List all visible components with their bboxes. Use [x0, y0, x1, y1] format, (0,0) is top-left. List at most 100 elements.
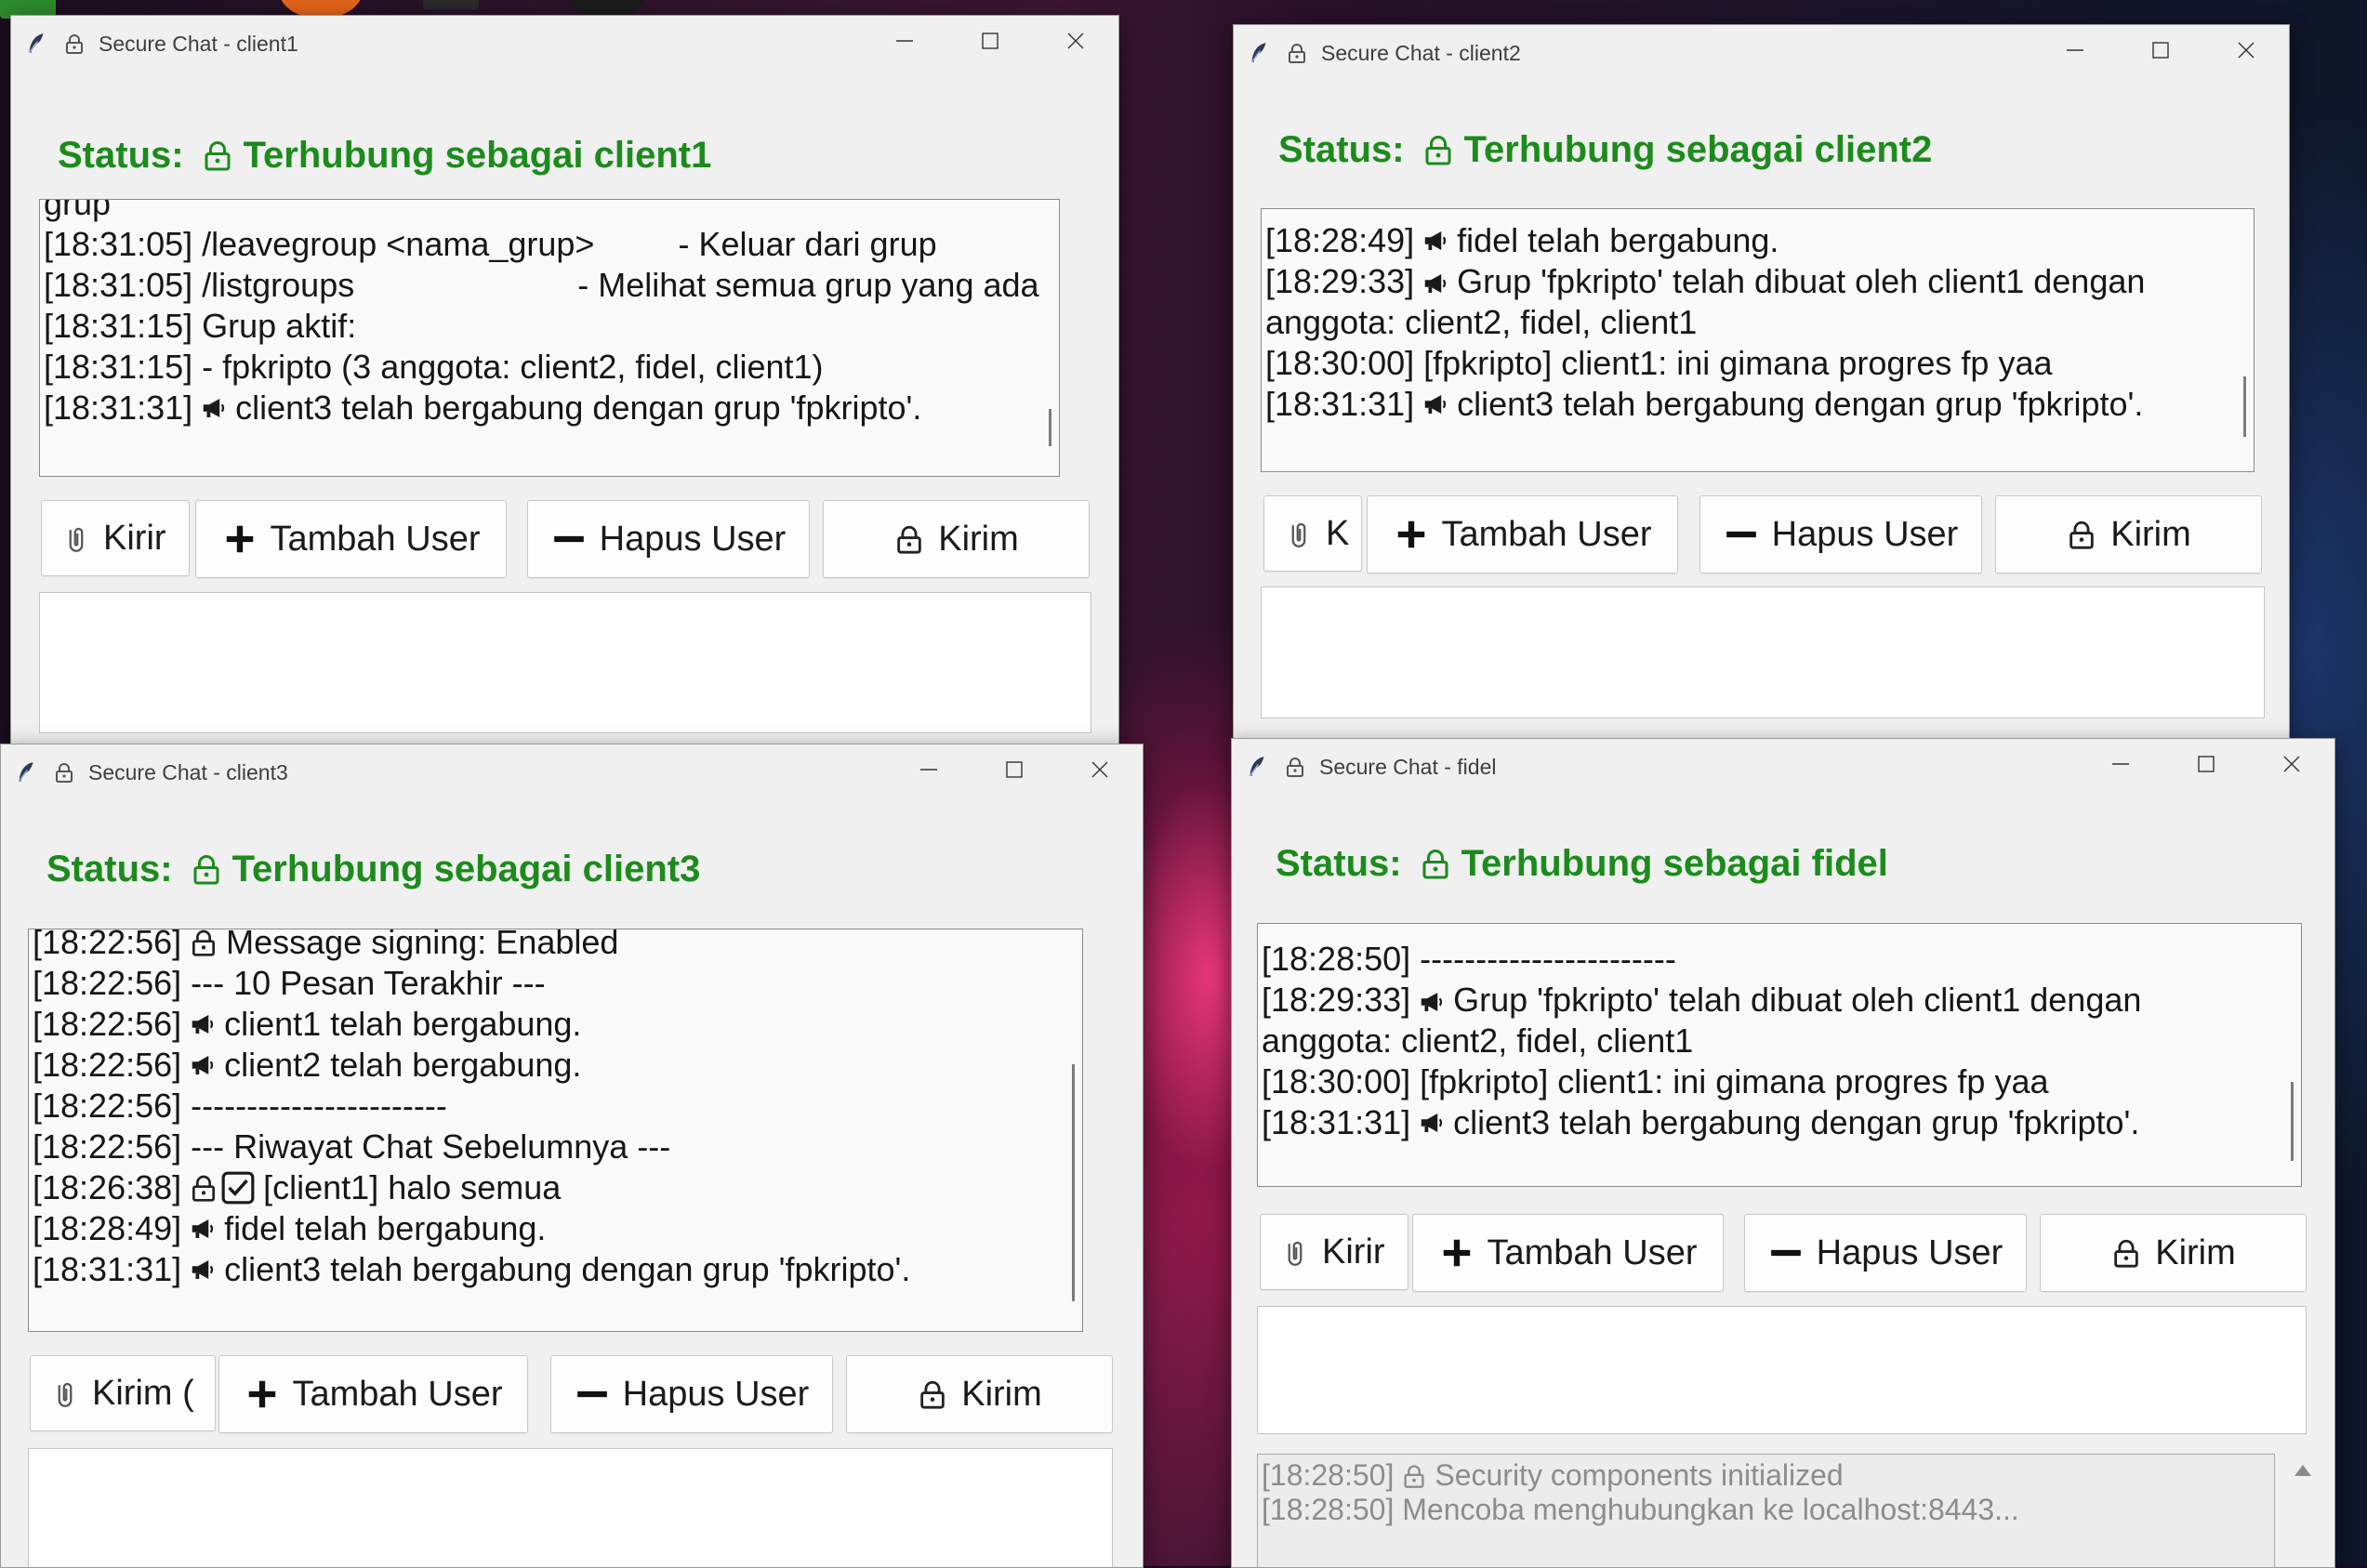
scrollbar[interactable] [2243, 376, 2246, 437]
minimize-button[interactable] [2078, 739, 2163, 795]
chat-log[interactable]: [18:28:50] ----------------------- [18:2… [1257, 923, 2302, 1187]
maximize-button[interactable] [947, 16, 1033, 72]
send-button[interactable]: Kirim [846, 1355, 1113, 1433]
chat-window-client1: Secure Chat - client1 Status: Terhubung … [10, 15, 1119, 751]
plus-icon [245, 1377, 280, 1412]
status-label: Status: [1276, 842, 1402, 884]
minimize-button[interactable] [2032, 25, 2118, 81]
remove-user-button[interactable]: Hapus User [1699, 495, 1982, 573]
maximize-button[interactable] [2118, 25, 2203, 81]
file-icon [1285, 520, 1313, 547]
close-button[interactable] [1057, 744, 1143, 800]
log-line: [18:31:05] /leavegroup <nama_grup> - Kel… [44, 225, 937, 263]
lock-icon [2066, 519, 2097, 550]
minimize-button[interactable] [886, 744, 972, 800]
title-bar[interactable]: Secure Chat - fidel [1232, 739, 2334, 795]
window-title: Secure Chat - client3 [88, 759, 288, 784]
system-log-line: [18:28:50] Mencoba menghubungkan ke loca… [1262, 1493, 2019, 1526]
minimize-button[interactable] [862, 16, 947, 72]
scroll-up-arrow-icon[interactable] [2294, 1465, 2311, 1476]
megaphone-icon [189, 1256, 217, 1284]
close-button[interactable] [1033, 16, 1118, 72]
close-button[interactable] [2203, 25, 2289, 81]
scrollbar[interactable] [1072, 1064, 1075, 1301]
log-line: [18:22:56] --- Riwayat Chat Sebelumnya -… [33, 1127, 671, 1166]
maximize-button[interactable] [2163, 739, 2249, 795]
lock-icon [190, 852, 223, 886]
title-bar[interactable]: Secure Chat - client3 [1, 744, 1143, 800]
remove-user-button[interactable]: Hapus User [527, 500, 810, 578]
send-file-button[interactable]: Kirim ( [30, 1355, 216, 1431]
add-user-button[interactable]: Tambah User [218, 1355, 528, 1433]
status-label: Status: [46, 848, 173, 889]
lock-icon [63, 33, 91, 55]
add-user-button[interactable]: Tambah User [1367, 495, 1678, 573]
remove-user-button[interactable]: Hapus User [1744, 1214, 2027, 1292]
close-button[interactable] [2249, 739, 2334, 795]
chat-log[interactable]: [18:28:49] fidel telah bergabung. [18:29… [1261, 208, 2255, 472]
maximize-button[interactable] [972, 744, 1057, 800]
log-line: [18:31:31] client3 telah bergabung denga… [1265, 385, 2144, 423]
window-title: Secure Chat - client2 [1321, 40, 1521, 65]
plus-icon [1439, 1235, 1474, 1271]
taskbar-app-icon[interactable] [423, 0, 479, 9]
close-icon [2235, 39, 2257, 67]
add-user-button[interactable]: Tambah User [195, 500, 507, 578]
log-line: [18:22:56] client1 telah bergabung. [33, 1005, 582, 1043]
log-line: grup [44, 199, 112, 222]
send-file-button[interactable]: Kirir [1260, 1214, 1408, 1290]
lock-icon [189, 1173, 218, 1203]
send-button[interactable]: Kirim [823, 500, 1090, 578]
checkbox-icon [220, 1170, 256, 1206]
lock-icon [893, 523, 925, 555]
title-bar[interactable]: Secure Chat - client2 [1234, 25, 2289, 81]
window-title: Secure Chat - fidel [1319, 754, 1497, 779]
window-title: Secure Chat - client1 [99, 31, 298, 56]
status-text: Terhubung sebagai client1 [243, 134, 712, 176]
megaphone-icon [200, 394, 228, 422]
chat-window-fidel: Secure Chat - fidel Status: Terhubung se… [1231, 738, 2335, 1568]
message-input[interactable] [1261, 586, 2265, 718]
log-line: [18:31:05] /listgroups - Melihat semua g… [44, 266, 1039, 304]
chat-log[interactable]: [18:22:56] Message signing: Enabled [18:… [28, 929, 1083, 1332]
close-icon [2281, 753, 2303, 781]
message-input[interactable] [1257, 1306, 2307, 1434]
megaphone-icon [189, 1010, 217, 1038]
scrollbar[interactable] [1049, 409, 1051, 446]
connection-status: Status: Terhubung sebagai fidel [1276, 836, 1888, 891]
system-log[interactable]: [18:28:50] Security components initializ… [1257, 1454, 2275, 1567]
scrollbar[interactable] [2291, 1082, 2294, 1161]
status-text: Terhubung sebagai fidel [1461, 842, 1888, 884]
log-line: [18:22:56] client2 telah bergabung. [33, 1046, 582, 1084]
lock-icon [201, 138, 234, 172]
minimize-icon [2064, 39, 2086, 67]
log-line: [18:26:38] [client1] halo semua [33, 1168, 562, 1206]
message-input[interactable] [39, 592, 1091, 733]
title-bar[interactable]: Secure Chat - client1 [11, 16, 1118, 72]
minus-icon [1768, 1235, 1804, 1271]
log-line: [18:31:31] client3 telah bergabung denga… [44, 389, 922, 427]
log-line: [18:31:15] Grup aktif: [44, 307, 357, 345]
maximize-icon [1003, 758, 1025, 786]
connection-status: Status: Terhubung sebagai client3 [46, 841, 700, 897]
minus-icon [1724, 517, 1759, 552]
feather-icon [24, 32, 52, 56]
send-file-button[interactable]: Kirir [41, 500, 190, 576]
file-icon [51, 1379, 79, 1407]
remove-user-button[interactable]: Hapus User [550, 1355, 833, 1433]
file-icon [62, 524, 90, 552]
message-input[interactable] [28, 1448, 1113, 1567]
system-log-line: [18:28:50] Security components initializ… [1262, 1458, 1844, 1492]
megaphone-icon [1422, 227, 1449, 255]
send-button[interactable]: Kirim [1995, 495, 2262, 573]
log-line: [18:28:49] fidel telah bergabung. [33, 1209, 547, 1247]
status-label: Status: [1278, 128, 1405, 170]
minimize-icon [2109, 753, 2132, 781]
minus-icon [551, 521, 587, 557]
log-line: [18:22:56] ----------------------- [33, 1087, 447, 1125]
send-button[interactable]: Kirim [2040, 1214, 2307, 1292]
send-file-button[interactable]: K [1263, 495, 1362, 572]
add-user-button[interactable]: Tambah User [1412, 1214, 1724, 1292]
feather-icon [1247, 41, 1275, 65]
chat-log[interactable]: grup [18:31:05] /leavegroup <nama_grup> … [39, 199, 1060, 477]
